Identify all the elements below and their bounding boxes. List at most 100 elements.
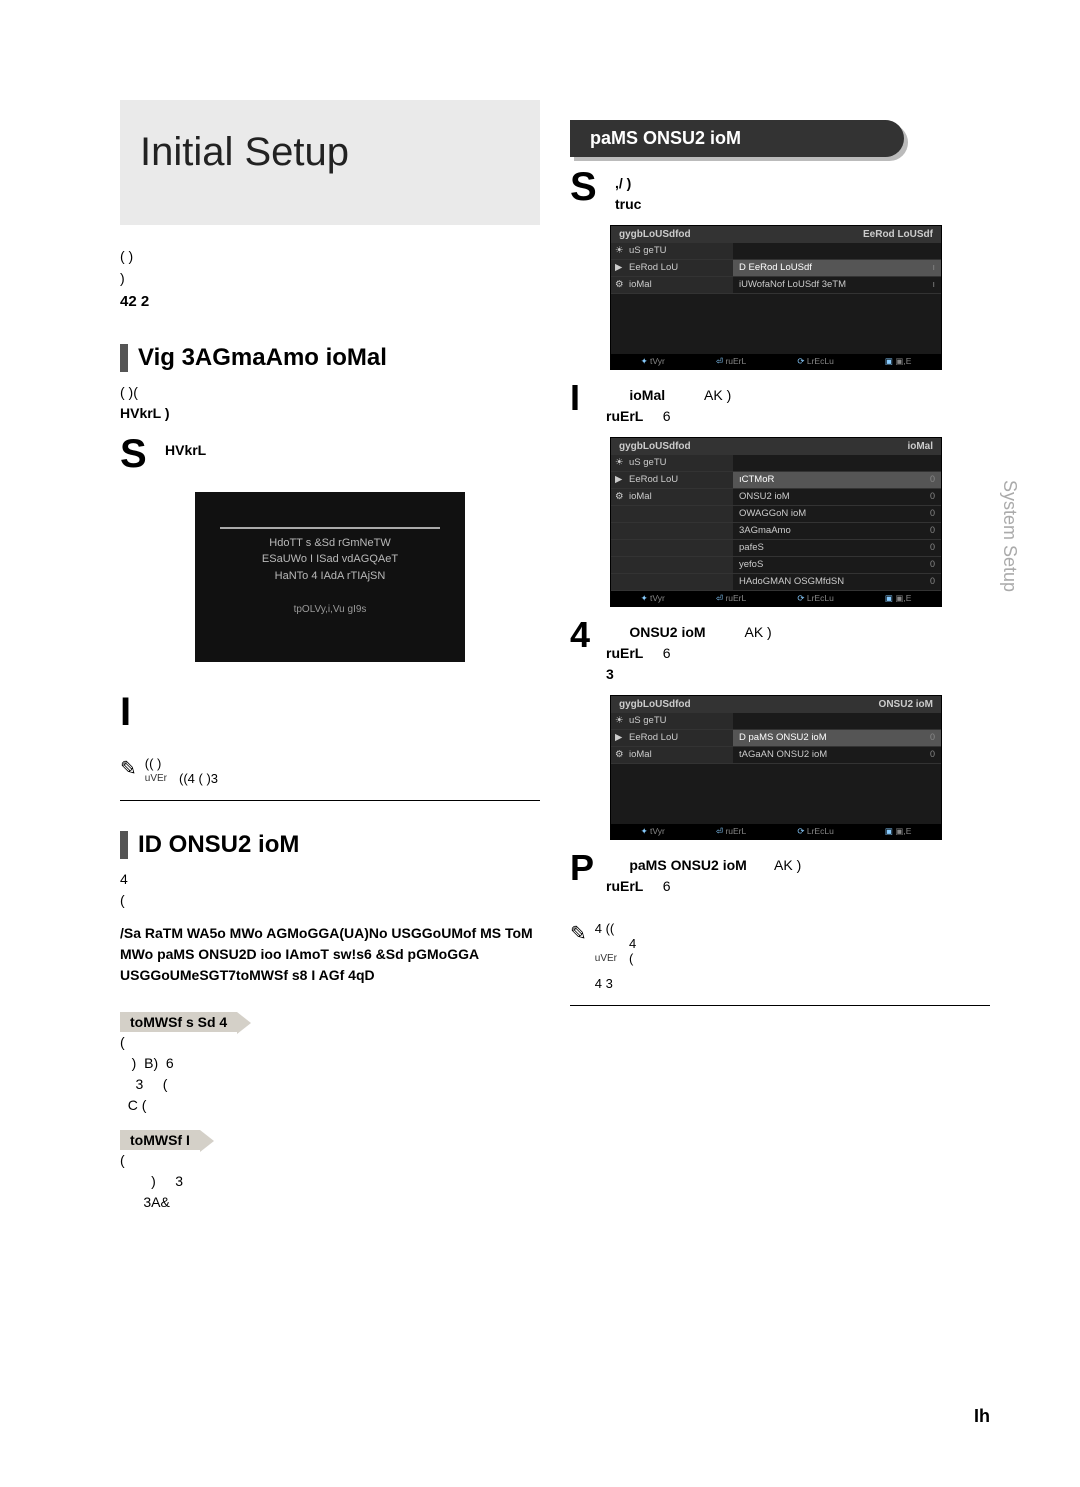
osd-footer-item: ▣,E [885,593,911,604]
tv-ok-label: tpOLVy,i,Vu gI9s [220,602,440,617]
osd-row-right: pafeS [739,542,764,554]
right-column: paMS ONSU2 ioM S ,/ ) truc gygbLoUSdfod E… [570,100,990,1487]
step-text: HVkrL [165,434,206,461]
tv-line: HdoTT s &Sd rGmNeTW [220,535,440,552]
osd-row-right: D EeRod LoUSdf [739,262,812,274]
osd-row-val: 0 [930,732,935,744]
osd-row-right: ONSU2 ioM [739,491,790,503]
osd-footer-item: ruErL [716,593,746,604]
intro-block: ( ) ) 42 2 [120,245,540,314]
osd-row-left: uS geTU [611,243,733,259]
step-line: 6 [663,878,671,894]
osd-row-left: EeRod LoU [611,260,733,276]
osd-footer-item: LrEcLu [797,356,833,367]
step-number: S [120,434,155,474]
step-line: ,/ ) [615,175,631,191]
step-line: 6 [663,408,671,424]
note-line: ( [629,951,633,966]
caution-tag: toMWSf s Sd 4 [120,1012,237,1032]
note-line: 4 [629,936,636,951]
section-title: Vig 3AGmaAmo ioMal [120,344,540,372]
step-line: paMS ONSU2 ioM [629,857,746,873]
osd-row-left: ioMal [611,277,733,293]
step-line: ruErL [606,878,643,894]
step-line: ONSU2 ioM [629,624,705,640]
osd-title-right: ioMal [907,441,933,452]
note-block: ✎ 4 (( uVEr 4 ( 4 3 [570,907,990,1006]
osd-row-right: yefoS [739,559,763,571]
osd-title-left: gygbLoUSdfod [619,699,691,710]
body-line: ( [120,890,540,911]
osd-row-left: uS geTU [611,713,733,729]
osd-footer-item: ▣,E [885,826,911,837]
body-line: 4 [120,869,540,890]
osd-row-left: EeRod LoU [611,472,733,488]
osd-row-right: HAdoGMAN OSGMfdSN [739,576,844,588]
step-line: AK ) [704,387,731,403]
left-column: Initial Setup ( ) ) 42 2 Vig 3AGmaAmo io… [120,100,540,1487]
step-number: I [570,380,598,416]
osd-row-val: 0 [930,542,935,554]
osd-menu: gygbLoUSdfod ONSU2 ioM uS geTU EeRod LoU D… [610,695,942,840]
note-line: ((4 ( )3 [179,771,218,786]
tv-line: HaNTo 4 IAdA rTIAjSN [220,568,440,585]
osd-row-left: uS geTU [611,455,733,471]
note-line: 4 3 [595,976,990,991]
note-line: 4 (( [595,921,990,936]
osd-row-val: 0 [930,749,935,761]
step-line: ruErL [606,645,643,661]
pill-header: paMS ONSU2 ioM [570,120,904,157]
caution-body: ( ) B) 6 3 ( C ( [120,1032,540,1116]
page-title: Initial Setup [140,130,520,175]
note-line: (( ) [145,756,540,771]
osd-row-left: ioMal [611,489,733,505]
tv-screenshot: HdoTT s &Sd rGmNeTW ESaUWo I ISad vdAGQA… [195,492,465,662]
osd-row-right: D paMS ONSU2 ioM [739,732,827,744]
osd-title-left: gygbLoUSdfod [619,441,691,452]
step-line: ruErL [606,408,643,424]
osd-row-val: 0 [930,559,935,571]
osd-footer-item: tVyr [641,593,665,604]
osd-row-val: 0 [930,525,935,537]
step-item: I [120,692,540,732]
note-icon: ✎ [120,756,137,786]
step-number: S [570,167,605,207]
step-number: I [120,692,155,732]
note-block: ✎ (( ) uVEr ((4 ( )3 [120,742,540,801]
callout-bold: /Sa RaTM WA5o MWo AGMoGGA(UA)No USGGoUMo… [120,923,540,986]
note-label: uVEr [595,953,617,966]
page-number: Ih [974,1406,990,1427]
osd-row-val: ı [932,279,935,291]
osd-row-val: 0 [930,576,935,588]
osd-row-val: 0 [930,491,935,503]
step-item: S HVkrL [120,434,540,474]
header-box: Initial Setup [120,100,540,225]
step-item: S ,/ ) truc [570,167,990,215]
note-icon: ✎ [570,921,587,991]
osd-footer-item: ruErL [716,356,746,367]
step-item: 4 ONSU2 ioM AK ) ruErL 6 3 [570,617,990,685]
step-line: AK ) [744,624,771,640]
osd-row-left: EeRod LoU [611,730,733,746]
step-line: ioMal [629,387,665,403]
intro-line: ( ) [120,245,540,267]
osd-title-left: gygbLoUSdfod [619,229,691,240]
intro-ref: 42 2 [120,290,540,314]
osd-footer-item: LrEcLu [797,593,833,604]
osd-row-right: ıCTMoR [739,474,774,486]
osd-row-left: ioMal [611,747,733,763]
osd-footer-item: ▣,E [885,356,911,367]
osd-menu: gygbLoUSdfod ioMal uS geTU EeRod LoU ıCTMo… [610,437,942,607]
side-tab-label: System Setup [999,480,1020,592]
osd-footer-item: LrEcLu [797,826,833,837]
step-line: truc [615,196,641,212]
osd-menu: gygbLoUSdfodEeRod LoUSdf uS geTU EeRod L… [610,225,942,370]
section-intro-line: ( )( [120,382,540,403]
step-number: 4 [570,617,598,653]
osd-row-val: 0 [930,474,935,486]
section-title: ID ONSU2 ioM [120,831,540,859]
step-item: P paMS ONSU2 ioM AK ) ruErL 6 [570,850,990,897]
osd-footer-item: tVyr [641,356,665,367]
osd-row-right: 3AGmaAmo [739,525,791,537]
osd-title-right: ONSU2 ioM [879,699,933,710]
